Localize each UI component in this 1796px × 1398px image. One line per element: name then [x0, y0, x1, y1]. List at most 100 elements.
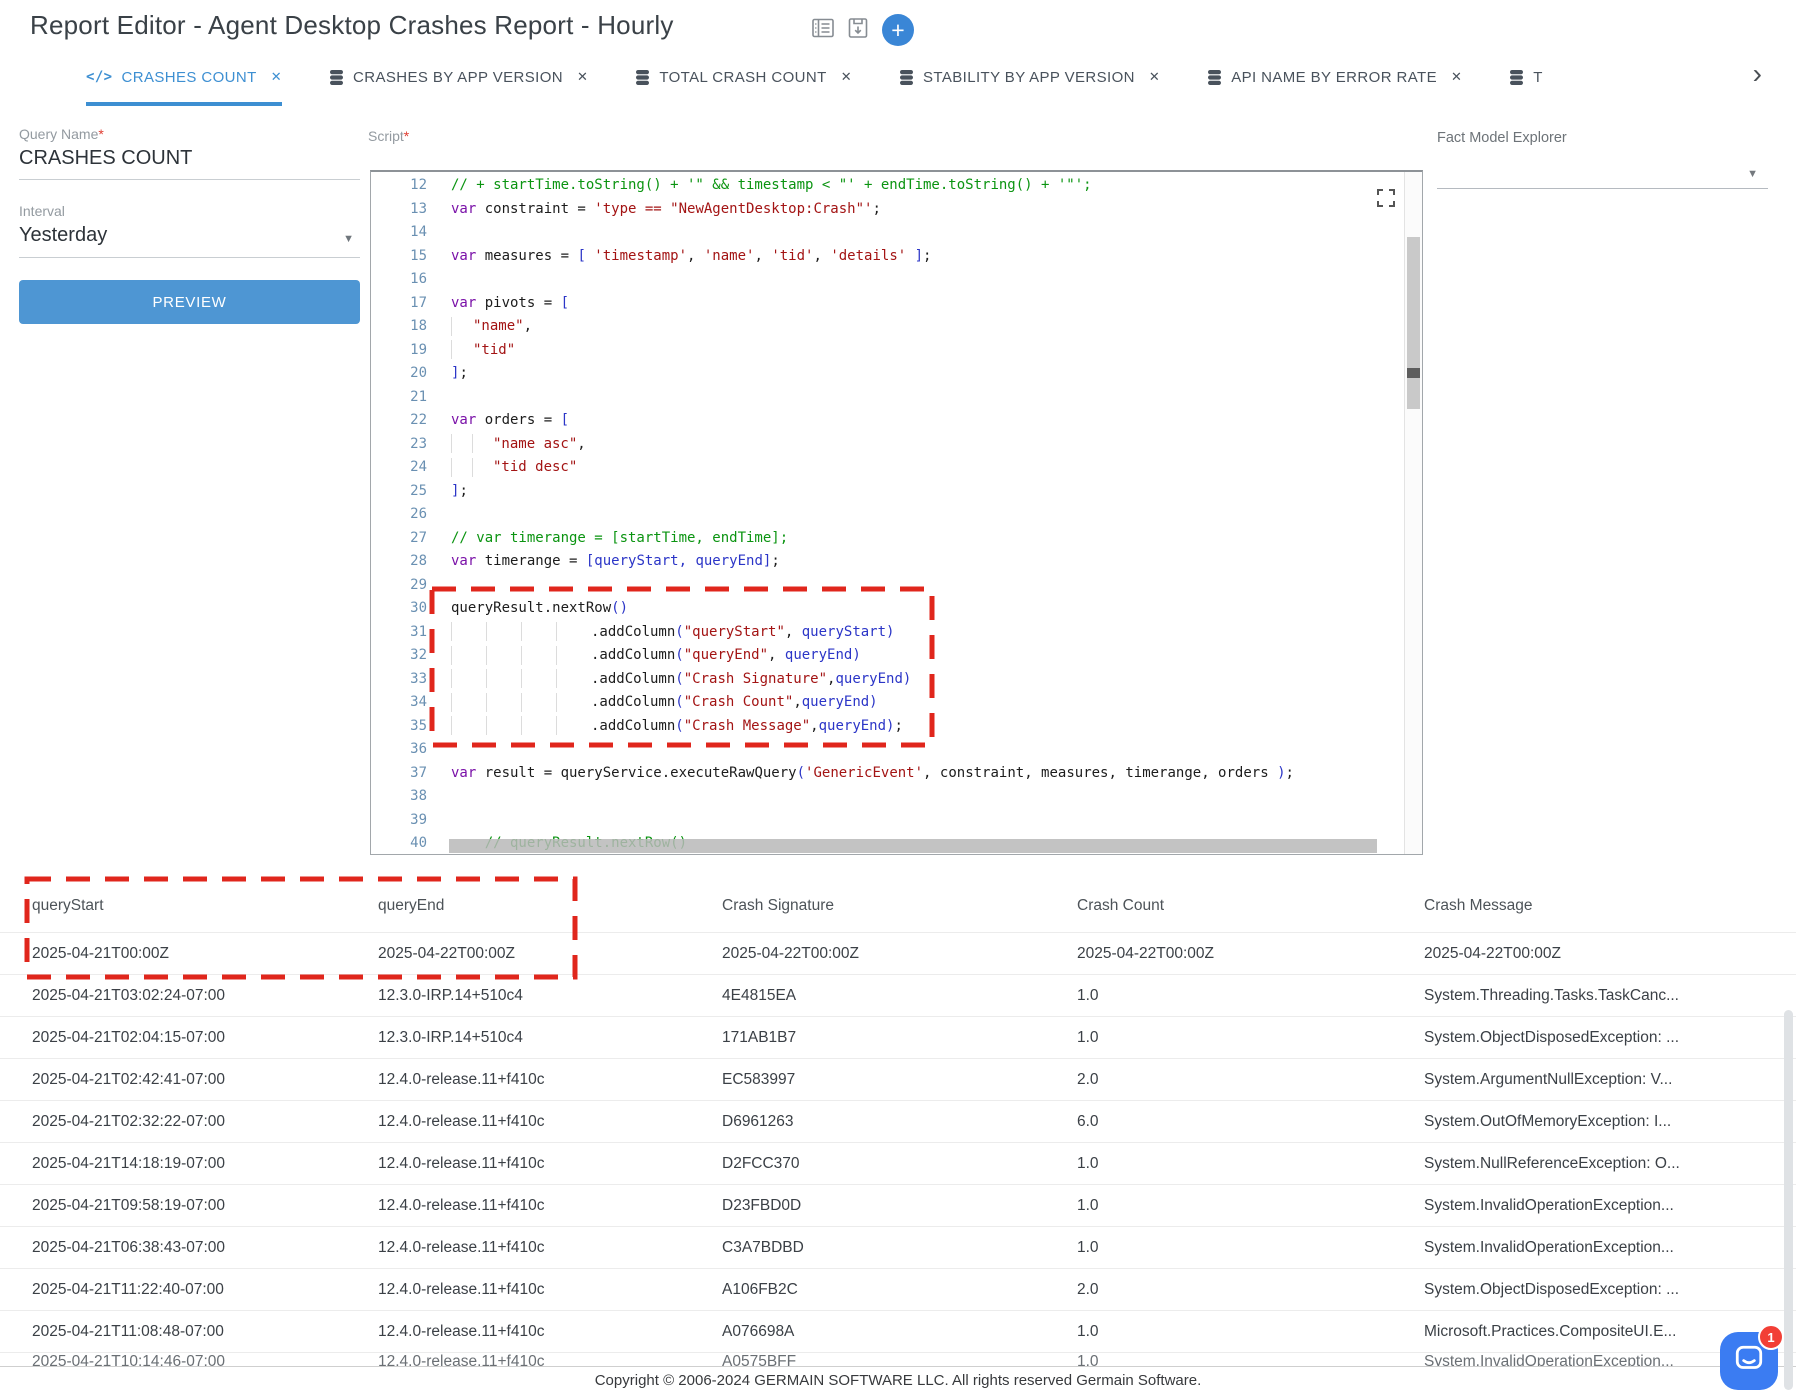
page-scrollbar[interactable] — [1784, 1010, 1793, 1390]
code-line[interactable]: 39 — [371, 809, 1405, 833]
table-row[interactable]: 2025-04-21T02:42:41-07:0012.4.0-release.… — [0, 1058, 1796, 1100]
tab-crashes-count[interactable]: </>CRASHES COUNT✕ — [86, 52, 282, 106]
table-row[interactable]: 2025-04-21T14:18:19-07:0012.4.0-release.… — [0, 1142, 1796, 1184]
query-name-input[interactable]: CRASHES COUNT — [19, 147, 360, 180]
tab-api-name-by-error-rate[interactable]: API NAME BY ERROR RATE✕ — [1207, 52, 1462, 106]
line-content: .addColumn("Crash Signature",queryEnd) — [427, 668, 911, 692]
table-row[interactable]: 2025-04-21T02:32:22-07:0012.4.0-release.… — [0, 1100, 1796, 1142]
fullscreen-icon[interactable] — [1376, 188, 1396, 212]
interval-select[interactable]: Yesterday — [19, 224, 360, 258]
editor-horizontal-scrollbar[interactable] — [449, 839, 1377, 853]
tab-close-icon[interactable]: ✕ — [577, 69, 588, 85]
preview-button[interactable]: PREVIEW — [19, 280, 360, 324]
table-cell: 1.0 — [1077, 1239, 1424, 1257]
code-line[interactable]: 34.addColumn("Crash Count",queryEnd) — [371, 691, 1405, 715]
line-number: 20 — [371, 362, 427, 386]
code-line[interactable]: 25]; — [371, 480, 1405, 504]
line-number: 15 — [371, 245, 427, 269]
table-list-icon[interactable] — [812, 18, 834, 43]
code-line[interactable]: 38 — [371, 785, 1405, 809]
database-icon — [329, 69, 344, 86]
table-cell: 2.0 — [1077, 1071, 1424, 1089]
table-cell: 12.3.0-IRP.14+510c4 — [378, 1029, 722, 1047]
script-code-editor[interactable]: 12// + startTime.toString() + '" && time… — [370, 170, 1423, 855]
code-line[interactable]: 23"name asc", — [371, 433, 1405, 457]
table-row[interactable]: 2025-04-21T03:02:24-07:0012.3.0-IRP.14+5… — [0, 974, 1796, 1016]
code-line[interactable]: 15var measures = [ 'timestamp', 'name', … — [371, 245, 1405, 269]
interval-chevron-down-icon[interactable]: ▼ — [343, 233, 354, 245]
table-row[interactable]: 2025-04-21T06:38:43-07:0012.4.0-release.… — [0, 1226, 1796, 1268]
tab-crashes-by-app-version[interactable]: CRASHES BY APP VERSION✕ — [329, 52, 588, 106]
code-line[interactable]: 27// var timerange = [startTime, endTime… — [371, 527, 1405, 551]
save-report-icon[interactable] — [848, 17, 868, 44]
line-number: 17 — [371, 292, 427, 316]
editor-vertical-scrollbar[interactable] — [1404, 172, 1422, 854]
fact-model-select[interactable]: ▼ — [1437, 188, 1768, 189]
column-header: Crash Signature — [722, 897, 1077, 915]
tab-t[interactable]: T — [1509, 52, 1543, 106]
code-line[interactable]: 37var result = queryService.executeRawQu… — [371, 762, 1405, 786]
table-cell: System.OutOfMemoryException: I... — [1424, 1113, 1796, 1131]
fact-model-chevron-down-icon[interactable]: ▼ — [1747, 168, 1758, 180]
tab-close-icon[interactable]: ✕ — [1149, 69, 1160, 85]
code-line[interactable]: 13var constraint = 'type == "NewAgentDes… — [371, 198, 1405, 222]
tab-stability-by-app-version[interactable]: STABILITY BY APP VERSION✕ — [899, 52, 1160, 106]
code-line[interactable]: 28var timerange = [queryStart, queryEnd]… — [371, 550, 1405, 574]
code-line[interactable]: 36 — [371, 738, 1405, 762]
add-query-button[interactable]: + — [882, 14, 914, 46]
code-line[interactable]: 20]; — [371, 362, 1405, 386]
table-cell: 2025-04-21T00:00Z — [32, 945, 378, 963]
code-line[interactable]: 29 — [371, 574, 1405, 598]
table-cell: 2025-04-21T10:14:46-07:00 — [32, 1353, 378, 1366]
line-number: 13 — [371, 198, 427, 222]
table-row[interactable]: 2025-04-21T00:00Z2025-04-22T00:00Z2025-0… — [0, 932, 1796, 974]
code-line[interactable]: 22var orders = [ — [371, 409, 1405, 433]
table-header-row: queryStartqueryEndCrash SignatureCrash C… — [0, 880, 1796, 932]
code-lines[interactable]: 12// + startTime.toString() + '" && time… — [371, 174, 1405, 854]
code-line[interactable]: 14 — [371, 221, 1405, 245]
table-row[interactable]: 2025-04-21T11:08:48-07:0012.4.0-release.… — [0, 1310, 1796, 1352]
required-asterisk: * — [98, 126, 103, 142]
code-line[interactable]: 19"tid" — [371, 339, 1405, 363]
code-line[interactable]: 26 — [371, 503, 1405, 527]
database-icon — [1207, 69, 1222, 86]
code-line[interactable]: 35.addColumn("Crash Message",queryEnd); — [371, 715, 1405, 739]
tab-close-icon[interactable]: ✕ — [271, 69, 282, 85]
line-content — [427, 221, 451, 245]
code-line[interactable]: 33.addColumn("Crash Signature",queryEnd) — [371, 668, 1405, 692]
table-cell: 12.3.0-IRP.14+510c4 — [378, 987, 722, 1005]
table-row-clipped[interactable]: 2025-04-21T10:14:46-07:0012.4.0-release.… — [0, 1352, 1796, 1366]
code-line[interactable]: 18"name", — [371, 315, 1405, 339]
table-row[interactable]: 2025-04-21T09:58:19-07:0012.4.0-release.… — [0, 1184, 1796, 1226]
code-line[interactable]: 32.addColumn("queryEnd", queryEnd) — [371, 644, 1405, 668]
table-cell: 1.0 — [1077, 1029, 1424, 1047]
line-number: 36 — [371, 738, 427, 762]
line-number: 16 — [371, 268, 427, 292]
table-row[interactable]: 2025-04-21T11:22:40-07:0012.4.0-release.… — [0, 1268, 1796, 1310]
table-cell: 2.0 — [1077, 1281, 1424, 1299]
code-line[interactable]: 30queryResult.nextRow() — [371, 597, 1405, 621]
tab-close-icon[interactable]: ✕ — [841, 69, 852, 85]
fact-model-explorer-label: Fact Model Explorer — [1437, 130, 1768, 146]
code-line[interactable]: 17var pivots = [ — [371, 292, 1405, 316]
line-number: 33 — [371, 668, 427, 692]
tab-close-icon[interactable]: ✕ — [1451, 69, 1462, 85]
tab-total-crash-count[interactable]: TOTAL CRASH COUNT✕ — [635, 52, 852, 106]
table-cell: D6961263 — [722, 1113, 1077, 1131]
table-row[interactable]: 2025-04-21T02:04:15-07:0012.3.0-IRP.14+5… — [0, 1016, 1796, 1058]
line-number: 19 — [371, 339, 427, 363]
code-line[interactable]: 16 — [371, 268, 1405, 292]
line-number: 29 — [371, 574, 427, 598]
tabs-overflow-chevron-icon[interactable]: › — [1753, 60, 1762, 88]
code-line[interactable]: 12// + startTime.toString() + '" && time… — [371, 174, 1405, 198]
code-line[interactable]: 31.addColumn("queryStart", queryStart) — [371, 621, 1405, 645]
code-line[interactable]: 21 — [371, 386, 1405, 410]
database-icon — [899, 69, 914, 86]
chat-widget-button[interactable]: 1 — [1720, 1332, 1778, 1390]
code-line[interactable]: 24"tid desc" — [371, 456, 1405, 480]
line-number: 23 — [371, 433, 427, 457]
tab-label: T — [1533, 69, 1543, 86]
line-number: 12 — [371, 174, 427, 198]
scrollbar-thumb[interactable] — [1407, 237, 1420, 409]
table-cell: System.NullReferenceException: O... — [1424, 1155, 1796, 1173]
